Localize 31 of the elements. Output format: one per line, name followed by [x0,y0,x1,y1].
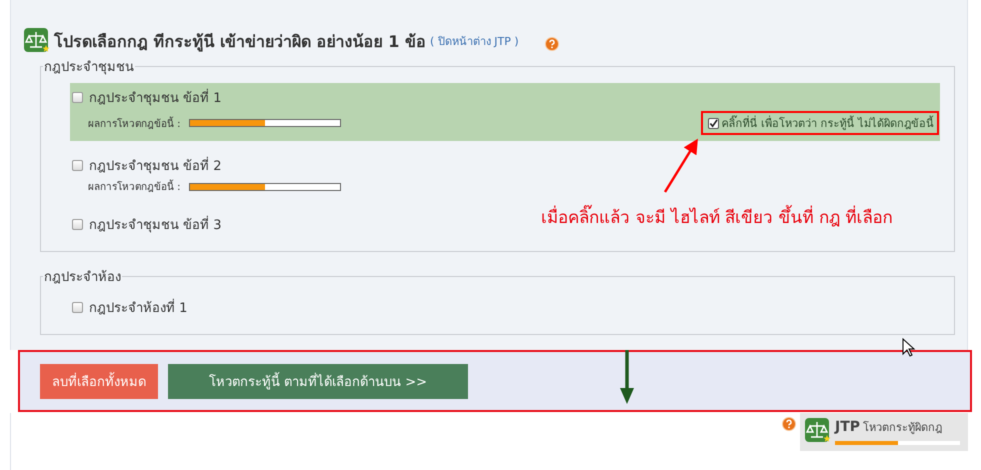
confirm-label: คลิ๊กที่นี่ เพื่อโหวตว่า กระทู้นี้ ไม่ได้ผิดกฎข้อนี้ [722,114,934,132]
vote-result-label: ผลการโหวตกฎข้อนี้ : [88,116,181,130]
rule-row[interactable]: กฎประจำห้องที่ 1 [70,293,190,324]
vote-result-label: ผลการโหวตกฎข้อนี้ : [88,179,181,194]
scales-icon [805,418,831,444]
scales-icon [24,28,50,54]
checkbox[interactable] [708,118,718,128]
group-legend: กฎประจำห้อง [43,266,122,287]
help-icon[interactable] [544,37,559,51]
close-link[interactable]: ( ปิดหน้าต่าง JTP ) [430,32,519,50]
rule-label: กฎประจำชุมชน ข้อที่ 2 [89,155,222,176]
rule-row[interactable]: กฎประจำชุมชน ข้อที่ 2 ผลการโหวตกฎข้อนี้ : [70,151,343,200]
widget-label: โหวตกระทู้ผิดกฎ [863,420,942,436]
widget-brand: JTP [835,419,860,435]
help-icon[interactable] [782,417,796,431]
dialog-title: โปรดเลือกกฎ ทีกระทู้นี เข้าข่ายว่าผิด อย่างน้อย 1 ข้อ [54,30,426,54]
annotation-arrow [620,350,634,404]
rule-label: กฎประจำชุมชน ข้อที่ 3 [89,214,222,235]
checkbox[interactable] [72,219,83,230]
rule-row[interactable]: กฎประจำชุมชน ข้อที่ 3 [70,210,224,241]
checkbox[interactable] [72,92,83,103]
group-legend: กฎประจำชุมชน [43,56,135,77]
annotation-text: เมื่อคลิ๊กแล้ว จะมี ไฮไลท์ สีเขียว ขึ้นที่ กฎ ที่เลือก [541,203,892,230]
vote-widget[interactable]: JTP โหวตกระทู้ผิดกฎ [800,413,968,451]
highlighted-rule-row[interactable]: กฎประจำชุมชน ข้อที่ 1 ผลการโหวตกฎข้อนี้ : คลิ๊กที่นี่ เพื่อโหวตว่า กระทู้นี้ ไม่ได้ผิดกฎข้อนี้ [70,83,940,141]
checkbox[interactable] [72,160,83,171]
rule-label: กฎประจำห้องที่ 1 [89,297,188,318]
rule-label: กฎประจำชุมชน ข้อที่ 1 [89,87,222,108]
mouse-cursor-icon [902,338,916,358]
vote-button[interactable]: โหวตกระทู้นี้ ตามที่ได้เลือกด้านบน >> [168,364,468,398]
checkbox[interactable] [72,302,83,313]
